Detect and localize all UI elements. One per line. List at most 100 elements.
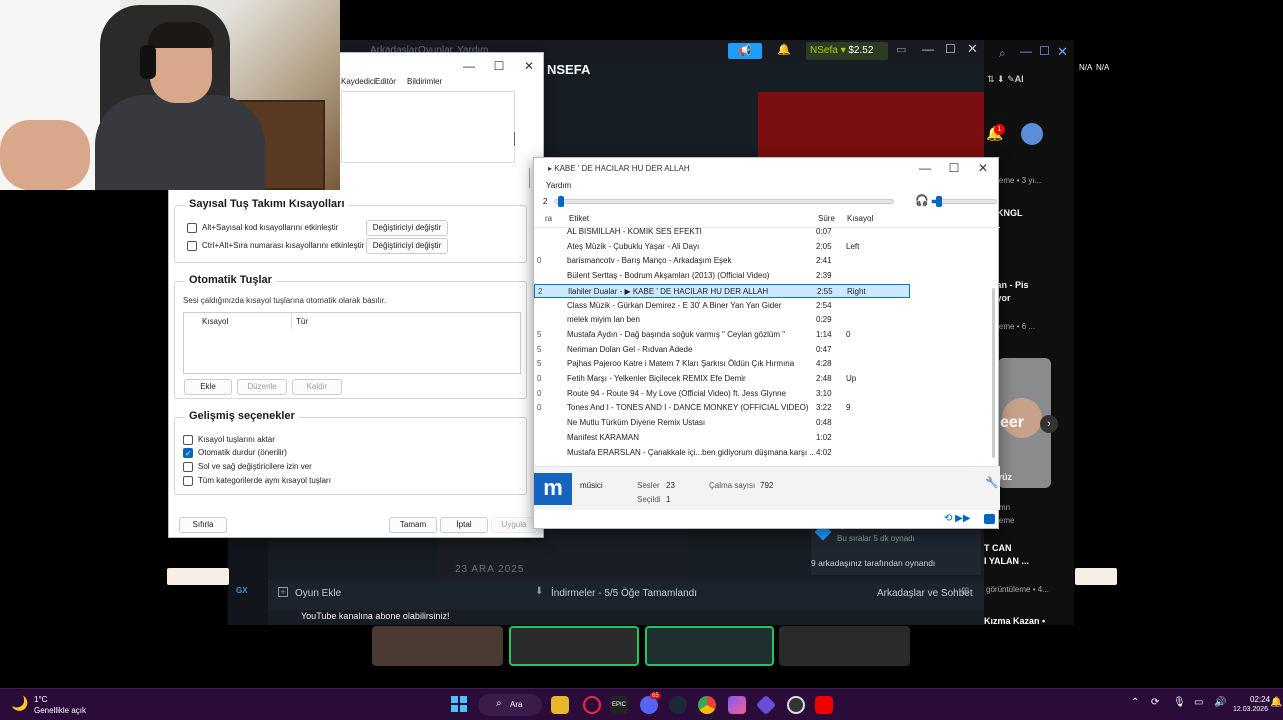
col-shortcut[interactable]: Kısayol: [847, 214, 873, 223]
add-game-button[interactable]: Oyun Ekle: [295, 588, 341, 599]
scrollbar[interactable]: [992, 288, 995, 458]
display-icon[interactable]: ▭: [1194, 697, 1203, 708]
thumbnail-4[interactable]: [779, 626, 910, 666]
network-icon[interactable]: ⟳: [1151, 697, 1159, 708]
auto-keys-table[interactable]: Kısayol Tür: [183, 312, 521, 374]
numpad-opt2-checkbox[interactable]: Ctrl+Alt+Sıra numarası kısayollarını etk…: [187, 240, 364, 252]
yt-item-13[interactable]: Kızma Kazan •: [984, 616, 1045, 626]
steam-icon[interactable]: [669, 696, 687, 714]
seek-thumb[interactable]: [558, 196, 564, 207]
col-duration[interactable]: Süre: [818, 214, 835, 223]
col-shortcut[interactable]: Kısayol: [202, 317, 228, 326]
thumbnail-1[interactable]: [372, 626, 503, 666]
sound-row[interactable]: Mustafa ERARSLAN - Çanakkale içi...ben g…: [534, 446, 910, 461]
delete-button[interactable]: Kaldır: [292, 379, 342, 395]
volume-icon[interactable]: 🔊: [1214, 697, 1226, 708]
sound-row[interactable]: 0 barismancotv - Barış Manço - Arkadaşım …: [534, 254, 910, 269]
sound-row[interactable]: 5 Pajhas Pajeroo Katre i Matem 7 Kları Şa…: [534, 357, 910, 372]
minimize-icon[interactable]: —: [922, 42, 934, 56]
bell-icon[interactable]: 🔔: [774, 43, 794, 59]
sound-row[interactable]: 0 Tones And I - TONES AND I - DANCE MONKE…: [534, 401, 910, 416]
plus-icon[interactable]: +: [278, 587, 288, 597]
opera-icon[interactable]: [583, 696, 601, 714]
close-icon[interactable]: ✕: [514, 53, 544, 79]
repeat-icon[interactable]: ⟲ ▶▶: [944, 513, 971, 524]
app-icon[interactable]: [728, 696, 746, 714]
maximize-icon[interactable]: ☐: [1039, 44, 1050, 58]
tab-notifications[interactable]: Bildirimler: [407, 77, 442, 86]
menu-help[interactable]: Yardım: [546, 181, 571, 190]
weather-desc[interactable]: Genellikle açık: [34, 706, 86, 715]
wrench-icon[interactable]: 🔧: [985, 476, 999, 489]
ok-button[interactable]: Tamam: [389, 517, 437, 533]
apply-button[interactable]: Uygula: [491, 517, 537, 533]
add-button[interactable]: Ekle: [184, 379, 232, 395]
sound-row[interactable]: 0 Route 94 - Route 94 - My Love (Official…: [534, 387, 910, 402]
search-icon[interactable]: ⌕: [999, 46, 1006, 61]
search-box[interactable]: ⌕ Ara: [478, 694, 542, 716]
clock-time[interactable]: 02:24: [1250, 695, 1270, 704]
sound-row[interactable]: 2 Ilahiler Dualar - ▶ KABE ' DE HACILAR H…: [534, 283, 910, 299]
reset-button[interactable]: Sıfırla: [179, 517, 227, 533]
change-modifier-button-1[interactable]: Değiştiriciyi değiştir: [366, 220, 448, 236]
chat-icon[interactable]: [984, 514, 995, 524]
chat-icon[interactable]: ⊞: [961, 586, 969, 597]
big-picture-icon[interactable]: ▭: [896, 43, 906, 56]
sound-row[interactable]: 5 Neriman Dolan Gel - Rıdvan Adede 0:47: [534, 343, 910, 358]
minimize-icon[interactable]: —: [910, 155, 940, 181]
volume-thumb[interactable]: [936, 196, 942, 207]
close-icon[interactable]: ✕: [1057, 44, 1068, 60]
sound-row[interactable]: AL BISMILLAH - KOMIK SES EFEKTI 0:07: [534, 225, 910, 240]
friends-chat-button[interactable]: Arkadaşlar ve Sohbet: [877, 588, 973, 599]
volume-slider[interactable]: [931, 196, 997, 207]
downloads-status[interactable]: İndirmeler - 5/5 Öğe Tamamlandı: [551, 588, 697, 599]
maximize-icon[interactable]: ☐: [945, 42, 956, 56]
sound-row[interactable]: Manifest KARAMAN 1:02: [534, 431, 910, 446]
tab-recorder[interactable]: Kaydedici: [341, 77, 376, 86]
obs-icon[interactable]: [787, 696, 805, 714]
weather-icon[interactable]: 🌙: [11, 695, 28, 712]
sound-list[interactable]: AL BISMILLAH - KOMIK SES EFEKTI 0:07 Ateş …: [534, 225, 1000, 460]
edit-button[interactable]: Düzenle: [237, 379, 287, 395]
tab-editor[interactable]: Editör: [375, 77, 396, 86]
minimize-icon[interactable]: —: [454, 53, 484, 79]
sound-row[interactable]: melek miyim lan ben 0:29: [534, 313, 910, 328]
yt-item-11[interactable]: I YALAN ...: [984, 556, 1029, 566]
seek-bar[interactable]: [554, 196, 894, 207]
settings-text-area[interactable]: [341, 91, 515, 163]
close-icon[interactable]: ✕: [967, 41, 978, 57]
chrome-icon[interactable]: [698, 696, 716, 714]
col-type[interactable]: Tür: [296, 317, 308, 326]
maximize-icon[interactable]: ☐: [939, 155, 969, 181]
sound-row[interactable]: Bülent Serttaş - Bodrum Akşamları (2013)…: [534, 269, 910, 284]
youtube-icon[interactable]: [815, 696, 833, 714]
adv-opt3-checkbox[interactable]: Sol ve sağ değiştiricilere izin ver: [183, 461, 312, 473]
thumbnail-3[interactable]: [645, 626, 774, 666]
minimize-icon[interactable]: —: [1020, 44, 1032, 58]
adv-opt4-checkbox[interactable]: Tüm kategorilerde aynı kısayol tuşları: [183, 475, 331, 487]
col-label[interactable]: Etiket: [569, 214, 589, 223]
ai-label[interactable]: AI: [1015, 74, 1024, 84]
weather-temp[interactable]: 1°C: [34, 695, 47, 704]
chevron-right-icon[interactable]: ›: [1040, 415, 1058, 433]
sound-row[interactable]: 0 Fetih Marşı - Yelkenler Biçilecek REMIX…: [534, 372, 910, 387]
broadcast-button[interactable]: 📢: [728, 43, 762, 59]
epic-games-icon[interactable]: EPIC: [610, 696, 628, 714]
file-explorer-icon[interactable]: [551, 696, 569, 714]
sound-row[interactable]: Class Müzik - Gürkan Demirez - E 30' A B…: [534, 299, 910, 314]
thumbnail-2[interactable]: [509, 626, 639, 666]
adv-opt1-checkbox[interactable]: Kısayol tuşlarını aktar: [183, 434, 275, 446]
sound-row[interactable]: Ne Mutlu Türküm Diyene Remix Ustası 0:48: [534, 416, 910, 431]
maximize-icon[interactable]: ☐: [484, 53, 514, 79]
wallet-badge[interactable]: NSefa ▾ $2.52: [806, 42, 888, 60]
mic-icon[interactable]: 🎙: [1173, 697, 1186, 708]
numpad-opt1-checkbox[interactable]: Alt+Sayısal kod kısayollarını etkinleşti…: [187, 222, 338, 234]
bell-icon[interactable]: 🔔: [1270, 697, 1282, 708]
sound-row[interactable]: Ateş Müzik - Çubuklu Yaşar - Ali Dayı 2:0…: [534, 240, 910, 255]
yt-item-10[interactable]: T CAN: [984, 543, 1012, 553]
cancel-button[interactable]: İptal: [440, 517, 488, 533]
change-modifier-button-2[interactable]: Değiştiriciyi değiştir: [366, 238, 448, 254]
adv-opt2-checkbox[interactable]: Otomatik durdur (önerilir): [183, 447, 287, 460]
chevron-up-icon[interactable]: ⌃: [1131, 697, 1139, 708]
avatar[interactable]: [1021, 123, 1043, 145]
